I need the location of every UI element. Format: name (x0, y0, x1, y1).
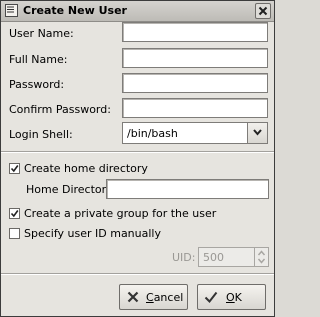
create-new-user-dialog: Create New User User Name: Full Name: Pa… (0, 0, 275, 317)
home-directory-field[interactable] (106, 179, 269, 199)
spin-arrows-icon (254, 248, 268, 266)
home-directory-label: Home Directory: (26, 183, 116, 196)
password-label: Password: (9, 78, 65, 91)
user-name-label: User Name: (9, 27, 74, 40)
specify-uid-label[interactable]: Specify user ID manually (24, 227, 161, 240)
create-home-label[interactable]: Create home directory (24, 162, 148, 175)
uid-label: UID: (172, 251, 196, 264)
cancel-x-icon (126, 290, 140, 304)
ok-button[interactable]: OK (197, 284, 266, 310)
titlebar[interactable]: Create New User (1, 1, 274, 22)
window-title: Create New User (23, 4, 127, 17)
uid-spinbutton: 500 (198, 247, 269, 267)
cancel-button[interactable]: Cancel (119, 284, 188, 310)
confirm-password-field[interactable] (122, 98, 268, 118)
full-name-field[interactable] (122, 48, 268, 68)
private-group-label[interactable]: Create a private group for the user (24, 207, 216, 220)
specify-uid-checkbox[interactable] (9, 228, 20, 239)
uid-value: 500 (203, 251, 224, 264)
close-icon[interactable] (255, 3, 271, 19)
full-name-label: Full Name: (9, 53, 68, 66)
login-shell-combo[interactable]: /bin/bash (122, 122, 268, 144)
password-field[interactable] (122, 73, 268, 93)
ok-label: OK (226, 291, 242, 304)
full-name-input[interactable] (123, 49, 267, 67)
login-shell-value: /bin/bash (127, 127, 178, 140)
cancel-label: Cancel (146, 291, 184, 304)
separator (1, 151, 274, 153)
create-home-checkbox[interactable] (9, 163, 20, 174)
chevron-down-icon[interactable] (247, 123, 267, 143)
home-directory-input[interactable] (107, 180, 268, 198)
user-name-field[interactable] (122, 22, 268, 42)
login-shell-label: Login Shell: (9, 128, 73, 141)
confirm-password-label: Confirm Password: (9, 103, 111, 116)
confirm-password-input[interactable] (123, 99, 267, 117)
private-group-checkbox[interactable] (9, 208, 20, 219)
password-input[interactable] (123, 74, 267, 92)
user-name-input[interactable] (123, 23, 267, 41)
window-menu-icon[interactable] (5, 4, 18, 17)
checkmark-icon (204, 290, 218, 304)
separator (1, 273, 274, 275)
